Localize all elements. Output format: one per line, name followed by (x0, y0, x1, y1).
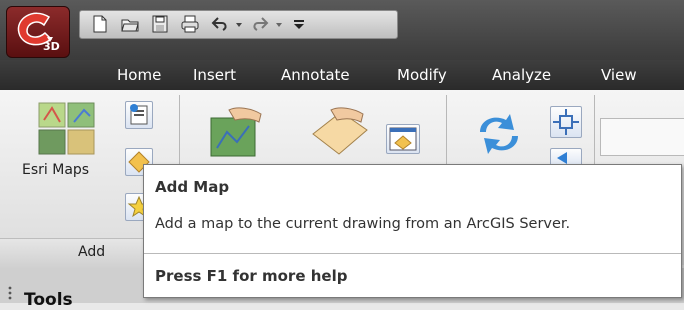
print-icon[interactable] (180, 14, 200, 34)
new-icon[interactable] (90, 14, 110, 34)
tab-view[interactable]: View (601, 66, 637, 84)
map-window-button[interactable] (386, 124, 420, 154)
tooltip-title: Add Map (155, 178, 230, 196)
add-data-icon (130, 104, 148, 125)
tools-palette-label: Tools (24, 290, 73, 310)
3d-badge: 3D (43, 40, 60, 53)
redo-dropdown-icon[interactable] (274, 14, 284, 34)
map-hand-icon[interactable] (207, 104, 267, 160)
search-box[interactable] (600, 118, 684, 156)
refresh-icon[interactable] (472, 110, 526, 158)
tooltip-description: Add a map to the current drawing from an… (155, 216, 571, 232)
tab-modify[interactable]: Modify (397, 66, 447, 84)
application-menu-button[interactable]: 3D (6, 6, 70, 58)
save-icon[interactable] (150, 14, 170, 34)
add-panel-title-bar: Add (0, 238, 146, 269)
add-map-tooltip: Add Map Add a map to the current drawing… (143, 164, 682, 298)
undo-icon[interactable] (210, 14, 230, 34)
tab-annotate[interactable]: Annotate (281, 66, 350, 84)
quick-access-toolbar (79, 10, 398, 39)
ribbon-tab-bar: Home Insert Annotate Modify Analyze View (0, 60, 684, 90)
zoom-extents-button[interactable] (550, 106, 582, 138)
title-bar: 3D (0, 0, 684, 60)
tab-analyze[interactable]: Analyze (492, 66, 551, 84)
zoom-extents-icon (553, 109, 579, 135)
tab-home[interactable]: Home (117, 66, 161, 84)
tab-insert[interactable]: Insert (193, 66, 236, 84)
redo-icon[interactable] (250, 14, 270, 34)
grip-icon[interactable] (6, 284, 14, 300)
add-panel-title: Add (78, 244, 106, 260)
qat-dropdown-icon[interactable] (292, 14, 306, 34)
add-data-button[interactable] (125, 101, 153, 129)
tooltip-divider (144, 253, 681, 254)
map-window-icon (389, 127, 417, 151)
esri-maps-label: Esri Maps (22, 162, 90, 178)
open-icon[interactable] (120, 14, 140, 34)
tooltip-help-hint: Press F1 for more help (155, 267, 348, 285)
esri-maps-icon[interactable] (38, 102, 96, 156)
map-sheet-hand-icon[interactable] (309, 104, 371, 160)
undo-dropdown-icon[interactable] (234, 14, 244, 34)
